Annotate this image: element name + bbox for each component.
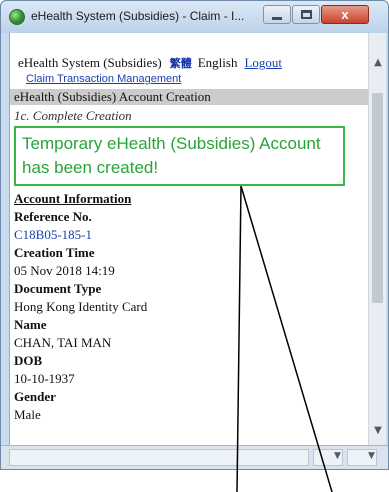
logout-link[interactable]: Logout bbox=[244, 55, 282, 70]
maximize-button[interactable] bbox=[292, 5, 320, 24]
zoom-dropdown-icon[interactable]: ▼ bbox=[334, 451, 341, 461]
name-value: CHAN, TAI MAN bbox=[14, 335, 112, 350]
account-info-heading: Account Information bbox=[14, 191, 132, 206]
scroll-up-icon[interactable]: ▲ bbox=[372, 57, 384, 68]
maximize-icon bbox=[301, 10, 312, 19]
window-title: eHealth System (Subsidies) - Claim - I..… bbox=[31, 9, 245, 23]
creation-time-value: 05 Nov 2018 14:19 bbox=[14, 263, 115, 278]
status-dropdown-icon[interactable]: ▼ bbox=[368, 451, 375, 461]
dob-value: 10-10-1937 bbox=[14, 371, 75, 386]
reference-no-label: Reference No. bbox=[14, 209, 92, 224]
name-label: Name bbox=[14, 317, 47, 332]
reference-no-value: C18B05-185-1 bbox=[14, 227, 92, 242]
claim-transaction-link[interactable]: Claim Transaction Management bbox=[26, 73, 181, 85]
page-content: eHealth System (Subsidies) 繁體 English Logou… bbox=[9, 33, 368, 445]
dob-label: DOB bbox=[14, 353, 43, 368]
english-label[interactable]: English bbox=[198, 55, 238, 70]
title-bar[interactable]: eHealth System (Subsidies) - Claim - I..… bbox=[1, 1, 388, 33]
gender-label: Gender bbox=[14, 389, 56, 404]
creation-time-label: Creation Time bbox=[14, 245, 95, 260]
document-type-value: Hong Kong Identity Card bbox=[14, 299, 148, 314]
success-message: Temporary eHealth (Subsidies) Account ha… bbox=[22, 134, 321, 177]
chinese-language-icon[interactable]: 繁體 bbox=[170, 55, 192, 71]
status-text-cell bbox=[9, 449, 309, 466]
minimize-icon bbox=[272, 17, 282, 20]
system-name: eHealth System (Subsidies) bbox=[18, 55, 162, 70]
success-message-box: Temporary eHealth (Subsidies) Account ha… bbox=[14, 126, 345, 186]
section-title-bar: eHealth (Subsidies) Account Creation bbox=[10, 89, 368, 105]
close-button[interactable]: x bbox=[321, 5, 369, 24]
vertical-scrollbar[interactable]: ▲ ▼ bbox=[368, 33, 386, 445]
gender-value: Male bbox=[14, 407, 41, 422]
browser-window: eHealth System (Subsidies) - Claim - I..… bbox=[0, 0, 389, 470]
scroll-thumb[interactable] bbox=[372, 93, 383, 303]
document-type-label: Document Type bbox=[14, 281, 102, 296]
scroll-down-icon[interactable]: ▼ bbox=[372, 425, 384, 436]
step-title: 1c. Complete Creation bbox=[14, 108, 132, 123]
page-header: eHealth System (Subsidies) 繁體 English Logou… bbox=[18, 55, 282, 71]
ehealth-globe-icon bbox=[9, 9, 25, 25]
status-bar: ▼ ▼ bbox=[1, 445, 388, 469]
minimize-button[interactable] bbox=[263, 5, 291, 24]
